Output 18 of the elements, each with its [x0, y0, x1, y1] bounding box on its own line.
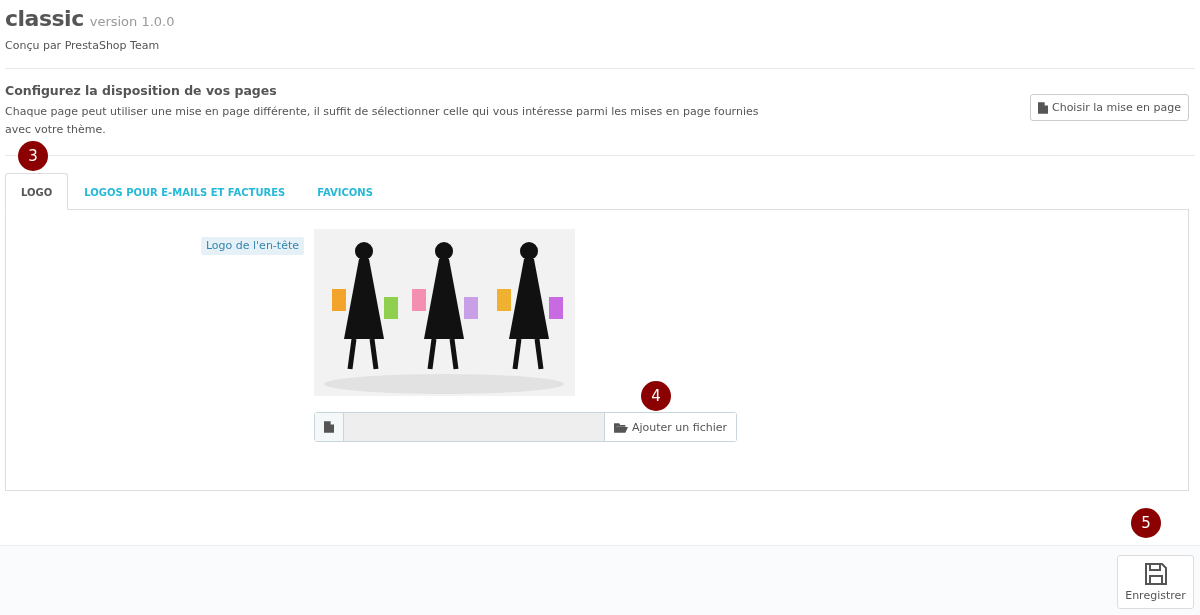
file-icon — [1038, 101, 1048, 114]
folder-icon — [613, 421, 628, 433]
theme-version: version 1.0.0 — [89, 14, 175, 29]
save-icon — [1143, 562, 1168, 586]
section-title: Configurez la disposition de vos pages — [5, 83, 278, 98]
step-marker: 3 — [18, 141, 48, 171]
file-input[interactable]: Ajouter un fichier — [314, 412, 737, 442]
section-description: Chaque page peut utiliser une mise en page différente, il suffit de sélectionner celle qui vous intéresse parmi les mises en page fournies avec votre thème. — [5, 104, 760, 138]
save-button[interactable]: Enregistrer — [1117, 555, 1194, 609]
tab[interactable]: LOGO — [5, 173, 69, 210]
field-label: Logo de l'en-tête — [200, 237, 304, 255]
theme-name: classic — [5, 6, 84, 31]
file-icon — [324, 421, 334, 433]
add-file-button[interactable]: Ajouter un fichier — [603, 413, 736, 441]
theme-author: Conçu par PrestaShop Team — [5, 39, 161, 52]
step-marker: 4 — [641, 381, 671, 411]
step-marker: 5 — [1131, 508, 1161, 538]
choose-layout-button[interactable]: Choisir la mise en page — [1030, 94, 1189, 121]
